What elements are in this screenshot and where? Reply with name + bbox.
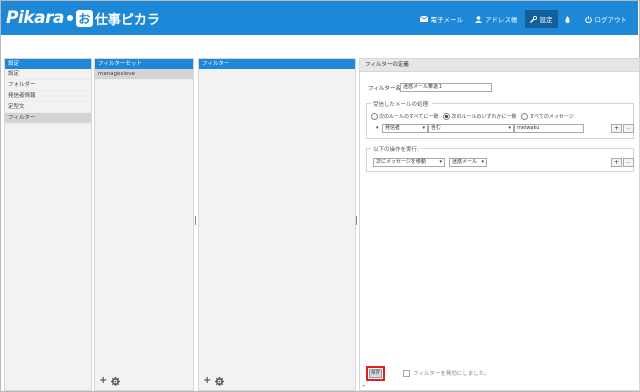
- filter-definition-panel: フィルターの定義 フィルター名: 迷惑メール撃退１ 受信したメールの処理: 次の…: [359, 58, 640, 391]
- gear-icon[interactable]: [111, 377, 121, 386]
- filter-column-header: フィルター: [199, 59, 355, 69]
- gear-icon[interactable]: [215, 377, 225, 386]
- radio-any[interactable]: 次のルールのいずれかに一致: [443, 113, 516, 120]
- filterset-column: フィルターセット managesieve +: [94, 58, 194, 391]
- actions-legend: 以下の操作を実行:: [371, 145, 421, 153]
- filter-column: フィルター +: [198, 58, 356, 391]
- chevron-down-icon: ▾: [422, 125, 425, 131]
- nav-settings[interactable]: 設定: [524, 10, 558, 28]
- logo-dot: [66, 15, 73, 21]
- nav-logout-label: ログアウト: [594, 16, 628, 24]
- rule-op-value: 含む: [431, 125, 442, 131]
- filter-footer: +: [203, 375, 225, 386]
- filterset-item[interactable]: managesieve: [95, 69, 193, 80]
- settings-item-folders[interactable]: フォルダー: [5, 80, 91, 91]
- nav-mail-label: 電子メール: [430, 16, 464, 24]
- nav-mail[interactable]: 電子メール: [415, 10, 469, 28]
- action-type-select[interactable]: 次にメッセージを移動 ▾: [373, 158, 445, 167]
- settings-item-filters[interactable]: フィルター: [5, 113, 91, 124]
- radio-all-button[interactable]: [371, 113, 378, 120]
- rules-fieldset: 受信したメールの処理: 次のルールのすべてに一致 次のルールのいずれかに一致 す…: [366, 100, 634, 139]
- logo-subtitle: 仕事ピカラ: [94, 12, 160, 28]
- add-rule-button[interactable]: +: [611, 124, 622, 133]
- status-message: フィルターを無効にしました。: [403, 369, 490, 377]
- top-bar: Pikara お 仕事ピカラ 電子メール アドレス帳 設定 ログアウト: [1, 1, 638, 35]
- save-button-highlight: 保存: [366, 366, 385, 381]
- radio-any-button[interactable]: [443, 113, 451, 120]
- remove-rule-button[interactable]: −: [623, 124, 634, 133]
- nav-addressbook-label: アドレス帳: [485, 16, 518, 24]
- remove-action-button[interactable]: −: [623, 158, 634, 167]
- rule-operator-select[interactable]: 含む ▾: [428, 124, 514, 133]
- nav-settings-label: 設定: [539, 16, 553, 24]
- nav-logout[interactable]: ログアウト: [580, 10, 633, 28]
- filter-definition-header: フィルターの定義: [360, 59, 639, 72]
- rule-arrow-icon: ▾: [376, 125, 379, 131]
- nav-drop[interactable]: [560, 12, 578, 27]
- match-radios: 次のルールのすべてに一致 次のルールのいずれかに一致 すべてのメッセージ: [371, 113, 574, 120]
- radio-all-label: 次のルールのすべてに一致: [379, 114, 439, 120]
- rule-field-select[interactable]: 発信者 ▾: [382, 124, 428, 133]
- chevron-down-icon: ▾: [439, 159, 442, 165]
- rule-field-value: 発信者: [385, 125, 401, 131]
- status-text: フィルターを無効にしました。: [413, 371, 490, 377]
- nav-addressbook[interactable]: アドレス帳: [470, 10, 523, 28]
- rule-value-input[interactable]: meiwaku: [514, 124, 584, 133]
- wrench-icon: [529, 15, 537, 23]
- chevron-down-icon: ▾: [508, 125, 511, 131]
- action-type-value: 次にメッセージを移動: [376, 159, 426, 165]
- settings-item-responses[interactable]: 定型文: [5, 102, 91, 113]
- filterset-column-header: フィルターセット: [95, 59, 193, 69]
- filter-name-label: フィルター名:: [368, 86, 403, 92]
- resize-grip-icon[interactable]: ◂: [362, 383, 365, 389]
- radio-all[interactable]: 次のルールのすべてに一致: [371, 113, 438, 120]
- person-icon: [475, 15, 482, 23]
- envelope-icon: [419, 16, 428, 22]
- status-checkbox: [403, 369, 410, 377]
- action-folder-value: 迷惑メール: [452, 159, 478, 165]
- filterset-footer: +: [99, 375, 121, 386]
- logo-text: Pikara: [6, 8, 64, 28]
- radio-every-button[interactable]: [521, 113, 529, 120]
- settings-item-general[interactable]: 設定: [5, 69, 91, 80]
- top-nav: 電子メール アドレス帳 設定 ログアウト: [413, 10, 633, 28]
- add-filterset-button[interactable]: +: [99, 375, 107, 386]
- radio-any-label: 次のルールのいずれかに一致: [451, 114, 517, 120]
- chevron-down-icon: ▾: [481, 159, 484, 165]
- radio-every-label: すべてのメッセージ: [529, 114, 574, 120]
- add-action-button[interactable]: +: [611, 158, 622, 167]
- settings-column-header: 設定: [5, 59, 91, 69]
- add-filter-button[interactable]: +: [203, 375, 211, 386]
- logo-badge: お: [75, 9, 93, 27]
- drop-icon: [564, 15, 570, 23]
- rules-legend: 受信したメールの処理:: [371, 100, 432, 108]
- action-folder-select[interactable]: 迷惑メール ▾: [449, 158, 487, 167]
- settings-column: 設定 設定 フォルダー 発信者情報 定型文 フィルター: [4, 58, 92, 391]
- power-icon: [584, 15, 592, 23]
- filter-name-input[interactable]: 迷惑メール撃退１: [400, 83, 492, 92]
- logo[interactable]: Pikara お 仕事ピカラ: [6, 7, 160, 29]
- actions-fieldset: 以下の操作を実行: 次にメッセージを移動 ▾ 迷惑メール ▾ + −: [366, 145, 634, 172]
- settings-item-identities[interactable]: 発信者情報: [5, 91, 91, 102]
- radio-every[interactable]: すべてのメッセージ: [521, 113, 574, 120]
- save-button[interactable]: 保存: [369, 369, 382, 378]
